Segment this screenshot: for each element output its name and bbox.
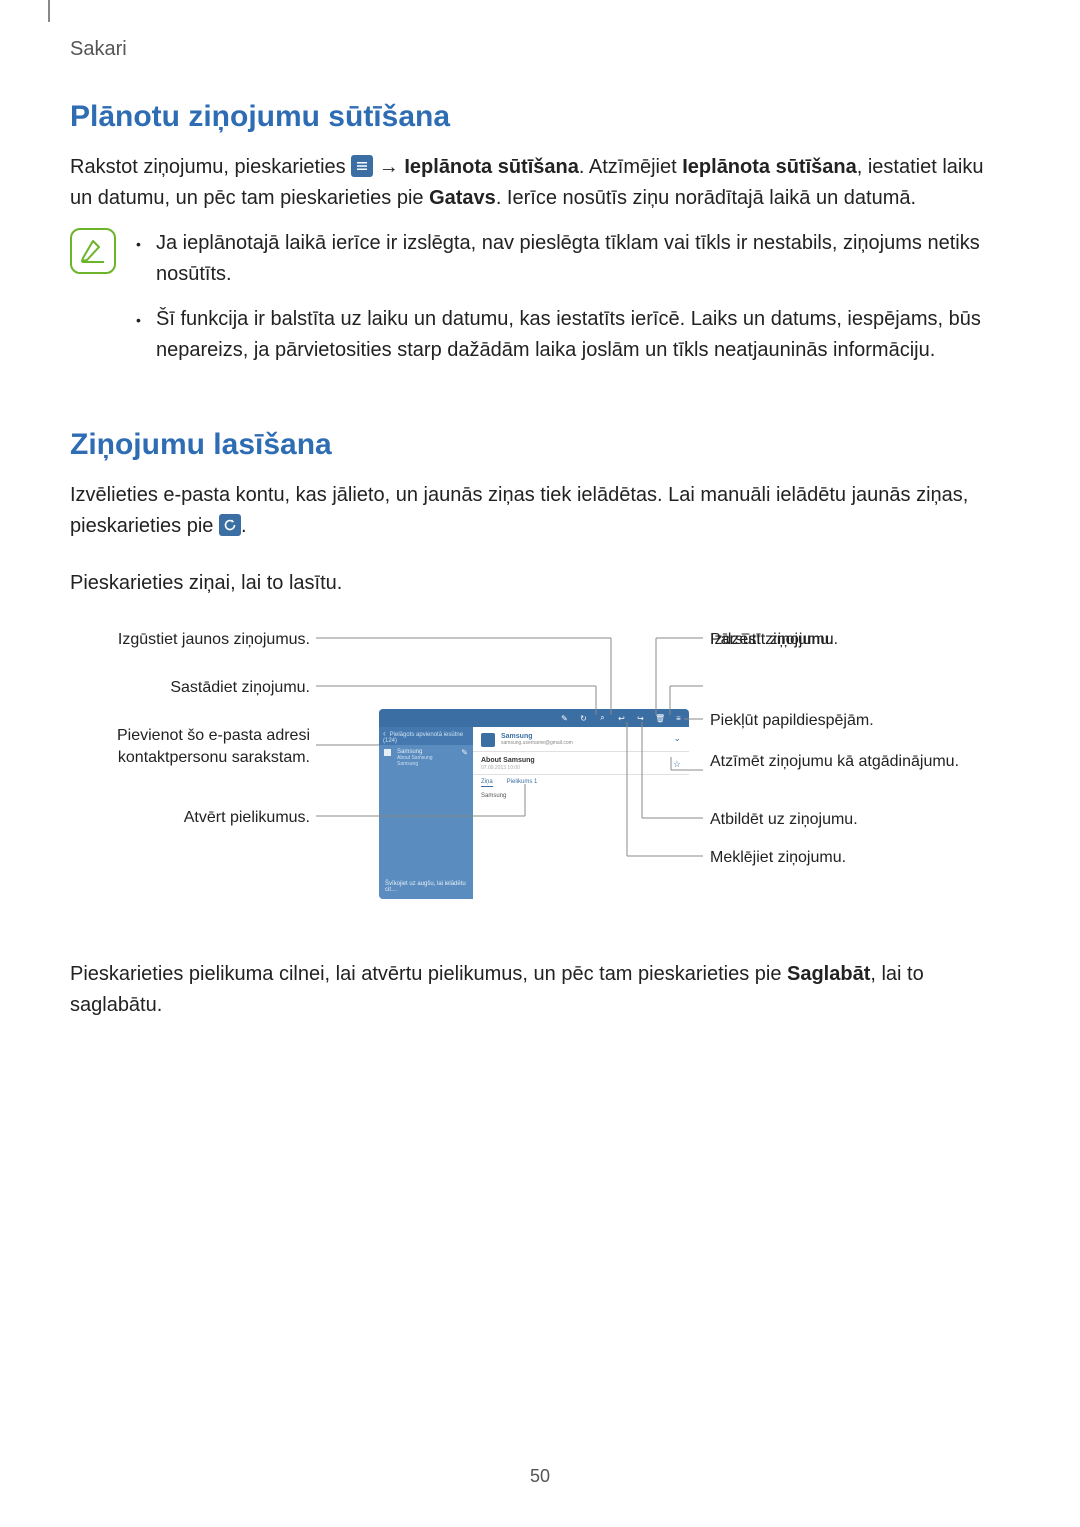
tab-attachment: Pielikums 1 (507, 779, 538, 787)
callout-compose: Sastādiet ziņojumu. (70, 677, 310, 699)
note-item: •Šī funkcija ir balstīta uz laiku un dat… (136, 304, 1010, 366)
header-section: Sakari (70, 38, 127, 61)
message-date: 07.09.2013 10:00 (481, 765, 535, 771)
section2-heading: Ziņojumu lasīšana (70, 428, 1010, 462)
tab-message: Ziņa (481, 779, 493, 787)
chevron-down-icon: ⌄ (673, 733, 681, 744)
message-pane: Samsung samsung.username@gmail.com ⌄ Abo… (473, 727, 689, 899)
message-subject: About Samsung (481, 757, 535, 764)
menu-icon (351, 155, 373, 177)
delete-icon: 🗑 (655, 714, 664, 723)
refresh-icon: ↻ (579, 714, 588, 723)
callout-search: Meklējiet ziņojumu. (710, 847, 846, 869)
callout-refresh: Izgūstiet jaunos ziņojumus. (70, 629, 310, 651)
app-toolbar: ✎ ↻ ⌕ ↩ ↪ 🗑 ≡ (379, 709, 689, 727)
load-more-hint: Švīkojiet uz augšu, lai ielādētu cit… (385, 881, 467, 893)
section1-paragraph: Rakstot ziņojumu, pieskarieties → Ieplān… (70, 152, 1010, 214)
note-icon (70, 228, 116, 274)
section2-paragraph2: Pieskarieties ziņai, lai to lasītu. (70, 568, 1010, 599)
sender-name: Samsung (501, 733, 573, 740)
section2-paragraph3: Pieskarieties pielikuma cilnei, lai atvē… (70, 959, 1010, 1021)
page-number: 50 (0, 1466, 1080, 1487)
callout-add-contact: Pievienot šo e-pasta adresi kontaktperso… (70, 725, 310, 768)
compose-icon: ✎ (560, 714, 569, 723)
sender-avatar (481, 733, 495, 747)
callout-reply: Atbildēt uz ziņojumu. (710, 809, 858, 831)
reply-icon: ↩ (617, 714, 626, 723)
callout-reminder: Atzīmēt ziņojumu kā atgādinājumu. (710, 751, 959, 773)
callout-delete: Izdzēst ziņojumu. (710, 629, 834, 651)
message-list-pane: ‹Pielāgots apvienotā iesūtne (124) Samsu… (379, 727, 473, 899)
list-item: Samsung About Samsung Samsung ✎ (379, 745, 473, 771)
forward-icon: ↪ (636, 714, 645, 723)
more-icon: ≡ (674, 714, 683, 723)
section1-heading: Plānotu ziņojumu sūtīšana (70, 100, 1010, 134)
callout-attachments: Atvērt pielikumus. (70, 807, 310, 829)
section2-paragraph1: Izvēlieties e-pasta kontu, kas jālieto, … (70, 480, 1010, 542)
note-block: •Ja ieplānotajā laikā ierīce ir izslēgta… (70, 228, 1010, 380)
diagram: Izgūstiet jaunos ziņojumus. Sastādiet zi… (70, 629, 1010, 919)
email-app-screenshot: ✎ ↻ ⌕ ↩ ↪ 🗑 ≡ ‹Pielāgots apvienotā iesūt… (379, 709, 689, 899)
search-icon: ⌕ (598, 713, 607, 723)
note-item: •Ja ieplānotajā laikā ierīce ir izslēgta… (136, 228, 1010, 290)
refresh-icon (219, 514, 241, 536)
sender-email: samsung.username@gmail.com (501, 740, 573, 746)
star-icon: ☆ (673, 759, 681, 770)
inbox-header: ‹Pielāgots apvienotā iesūtne (124) (379, 727, 473, 745)
callout-more: Piekļūt papildiespējām. (710, 710, 874, 732)
message-body: Samsung (473, 791, 689, 801)
